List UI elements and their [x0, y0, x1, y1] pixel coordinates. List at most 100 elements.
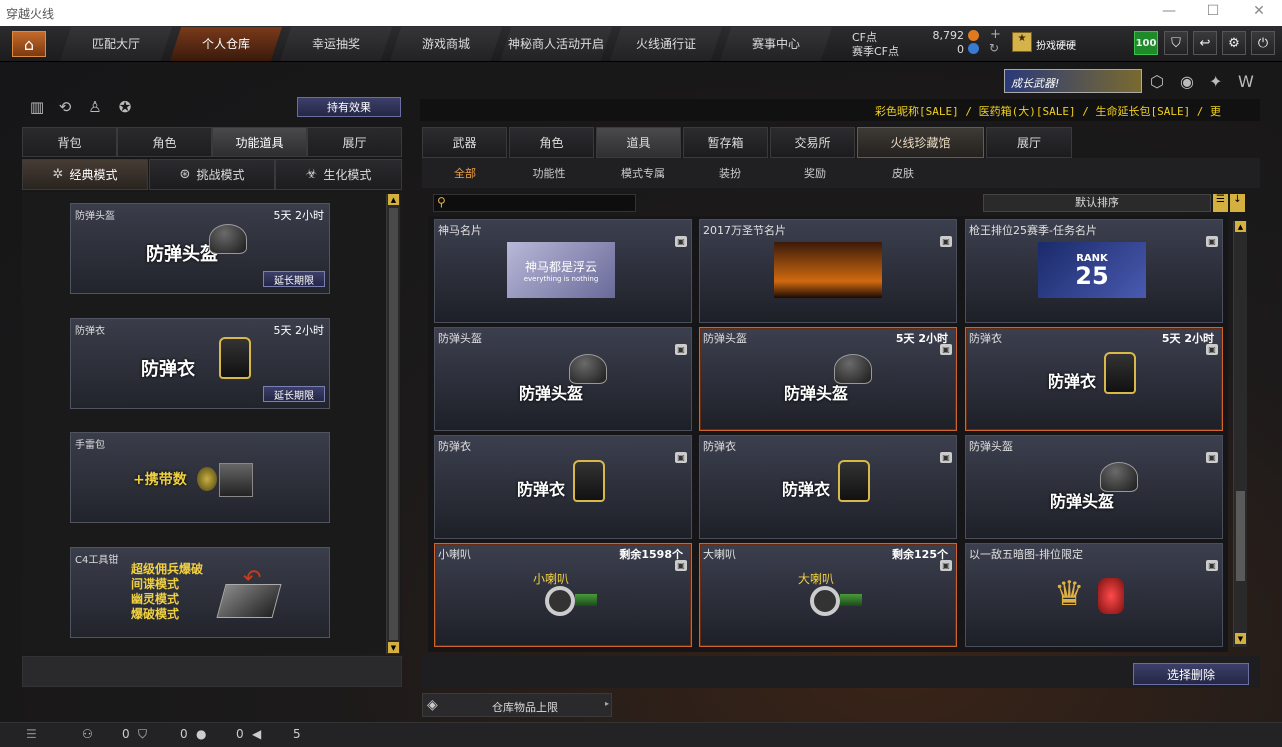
- item-card[interactable]: 枪王排位25赛季-任务名片 ▣ RANK 25: [965, 219, 1223, 323]
- item-card[interactable]: 防弹头盔 ▣ 防弹头盔: [434, 327, 692, 431]
- nav-tab-6[interactable]: 赛事中心: [720, 27, 832, 61]
- mode-tab-2[interactable]: ☣ 生化模式: [275, 159, 402, 190]
- left-tab-3[interactable]: 展厅: [307, 127, 402, 157]
- lock-icon[interactable]: ▣: [675, 560, 687, 571]
- inventory-card[interactable]: 手雷包 +携带数: [70, 432, 330, 523]
- medal-icon[interactable]: ✪: [114, 98, 136, 118]
- scroll-thumb[interactable]: [1236, 491, 1245, 581]
- right-tab-2[interactable]: 道具: [596, 127, 681, 158]
- badge-v-icon[interactable]: ⬡: [1150, 72, 1164, 91]
- left-tab-2[interactable]: 功能道具: [212, 127, 307, 157]
- inventory-card[interactable]: 防弹头盔 5天 2小时 防弹头盔 延长期限: [70, 203, 330, 294]
- lock-icon[interactable]: ▣: [675, 452, 687, 463]
- inventory-card[interactable]: 防弹衣 5天 2小时 防弹衣 延长期限: [70, 318, 330, 409]
- search-field[interactable]: ⚲: [433, 194, 636, 212]
- delete-selected-button[interactable]: 选择删除: [1133, 663, 1249, 685]
- nav-tab-0[interactable]: 匹配大厅: [60, 27, 172, 61]
- minimize-icon[interactable]: —: [1154, 3, 1184, 23]
- globe-icon[interactable]: ◉: [1180, 72, 1194, 91]
- item-card[interactable]: 防弹衣 ▣ 防弹衣: [434, 435, 692, 539]
- menu-icon[interactable]: ☰: [26, 727, 37, 741]
- sort-direction-icon[interactable]: ↓: [1230, 194, 1245, 212]
- scroll-thumb[interactable]: [389, 208, 398, 640]
- item-card[interactable]: 防弹头盔 ▣ 防弹头盔: [965, 435, 1223, 539]
- clan-icon[interactable]: ⛉: [138, 727, 147, 742]
- lock-icon[interactable]: ▣: [675, 236, 687, 247]
- lock-icon[interactable]: ▣: [940, 236, 952, 247]
- power-icon[interactable]: ⏻: [1251, 31, 1275, 55]
- friends-count: 0: [122, 727, 130, 741]
- item-card[interactable]: 大喇叭 剩余125个 ▣ 大喇叭: [699, 543, 957, 647]
- right-scrollbar[interactable]: ▲ ▼: [1233, 221, 1247, 647]
- close-icon[interactable]: ✕: [1244, 3, 1274, 23]
- item-card[interactable]: 2017万圣节名片 ▣: [699, 219, 957, 323]
- subtab-2[interactable]: 模式专属: [610, 163, 676, 183]
- right-tab-0[interactable]: 武器: [422, 127, 507, 158]
- maximize-icon[interactable]: ☐: [1198, 3, 1228, 23]
- grow-weapon-banner[interactable]: 成长武器!: [1004, 69, 1142, 93]
- lock-icon[interactable]: ▣: [1206, 452, 1218, 463]
- mode-tab-1[interactable]: ⊛ 挑战模式: [149, 159, 275, 190]
- list-view-icon[interactable]: ☰: [1213, 194, 1228, 212]
- capacity-bar[interactable]: ◈ 仓库物品上限 ▸: [422, 693, 612, 717]
- left-footer: [22, 656, 402, 687]
- item-card[interactable]: 以一敌五暗图-排位限定 ▣ ♛: [965, 543, 1223, 647]
- right-tab-6[interactable]: 展厅: [986, 127, 1072, 158]
- history-icon[interactable]: ⟲: [54, 98, 76, 118]
- mode-tab-0[interactable]: ✲ 经典模式: [22, 159, 148, 190]
- subtab-5[interactable]: 皮肤: [870, 163, 936, 183]
- chat-icon[interactable]: ●: [196, 727, 206, 741]
- lock-icon[interactable]: ▣: [1206, 236, 1218, 247]
- gear-icon[interactable]: ⚙: [1222, 31, 1246, 55]
- subtab-4[interactable]: 奖励: [782, 163, 848, 183]
- add-icon[interactable]: +: [990, 27, 1001, 42]
- shield-icon[interactable]: ⛉: [1164, 31, 1188, 55]
- star-shield-icon[interactable]: ✦: [1209, 72, 1222, 91]
- scroll-down-icon[interactable]: ▼: [388, 642, 399, 653]
- scroll-up-icon[interactable]: ▲: [1235, 221, 1246, 232]
- left-tab-1[interactable]: 角色: [117, 127, 212, 157]
- right-tab-3[interactable]: 暂存箱: [683, 127, 768, 158]
- lock-icon[interactable]: ▣: [1206, 560, 1218, 571]
- nav-tab-1[interactable]: 个人仓库: [170, 27, 282, 61]
- subtab-3[interactable]: 装扮: [697, 163, 763, 183]
- scroll-up-icon[interactable]: ▲: [388, 194, 399, 205]
- item-name: 防弹头盔: [438, 332, 482, 345]
- back-icon[interactable]: ↩: [1193, 31, 1217, 55]
- right-tab-5[interactable]: 火线珍藏馆: [857, 127, 984, 158]
- item-card[interactable]: 防弹衣 5天 2小时 ▣ 防弹衣: [965, 327, 1223, 431]
- effect-button[interactable]: 持有效果: [297, 97, 401, 117]
- nav-tab-5[interactable]: 火线通行证: [610, 27, 722, 61]
- lock-icon[interactable]: ▣: [1206, 344, 1218, 355]
- inventory-card[interactable]: C4工具钳 超级佣兵爆破 间谍模式 幽灵模式 爆破模式 ↶: [70, 547, 330, 638]
- extend-button[interactable]: 延长期限: [263, 271, 325, 287]
- lock-icon[interactable]: ▣: [675, 344, 687, 355]
- item-card[interactable]: 防弹衣 ▣ 防弹衣: [699, 435, 957, 539]
- lock-icon[interactable]: ▣: [940, 452, 952, 463]
- item-card[interactable]: 小喇叭 剩余1598个 ▣ 小喇叭: [434, 543, 692, 647]
- search-input[interactable]: [452, 196, 632, 210]
- lock-icon[interactable]: ▣: [940, 560, 952, 571]
- person-icon[interactable]: ♙: [84, 98, 106, 118]
- sort-dropdown[interactable]: 默认排序: [983, 194, 1211, 212]
- nav-tab-4[interactable]: 神秘商人活动开启: [500, 27, 612, 61]
- refresh-icon[interactable]: ↻: [989, 41, 999, 55]
- scroll-down-icon[interactable]: ▼: [1235, 633, 1246, 644]
- left-tab-0[interactable]: 背包: [22, 127, 117, 157]
- lock-icon[interactable]: ▣: [940, 344, 952, 355]
- left-scrollbar[interactable]: ▲ ▼: [386, 194, 400, 654]
- w-logo-icon[interactable]: W: [1238, 72, 1254, 91]
- item-card[interactable]: 神马名片 ▣ 神马都是浮云 everything is nothing: [434, 219, 692, 323]
- stats-icon[interactable]: ▥: [26, 98, 48, 118]
- subtab-1[interactable]: 功能性: [516, 163, 582, 183]
- nav-tab-3[interactable]: 游戏商城: [390, 27, 502, 61]
- extend-button[interactable]: 延长期限: [263, 386, 325, 402]
- speaker-icon[interactable]: ◀: [252, 727, 261, 741]
- nav-tab-2[interactable]: 幸运抽奖: [280, 27, 392, 61]
- item-card[interactable]: 防弹头盔 5天 2小时 ▣ 防弹头盔: [699, 327, 957, 431]
- right-tab-1[interactable]: 角色: [509, 127, 594, 158]
- right-tab-4[interactable]: 交易所: [770, 127, 855, 158]
- subtab-0[interactable]: 全部: [432, 163, 498, 183]
- home-button[interactable]: ⌂: [12, 31, 46, 57]
- friends-icon[interactable]: ⚇: [82, 727, 93, 741]
